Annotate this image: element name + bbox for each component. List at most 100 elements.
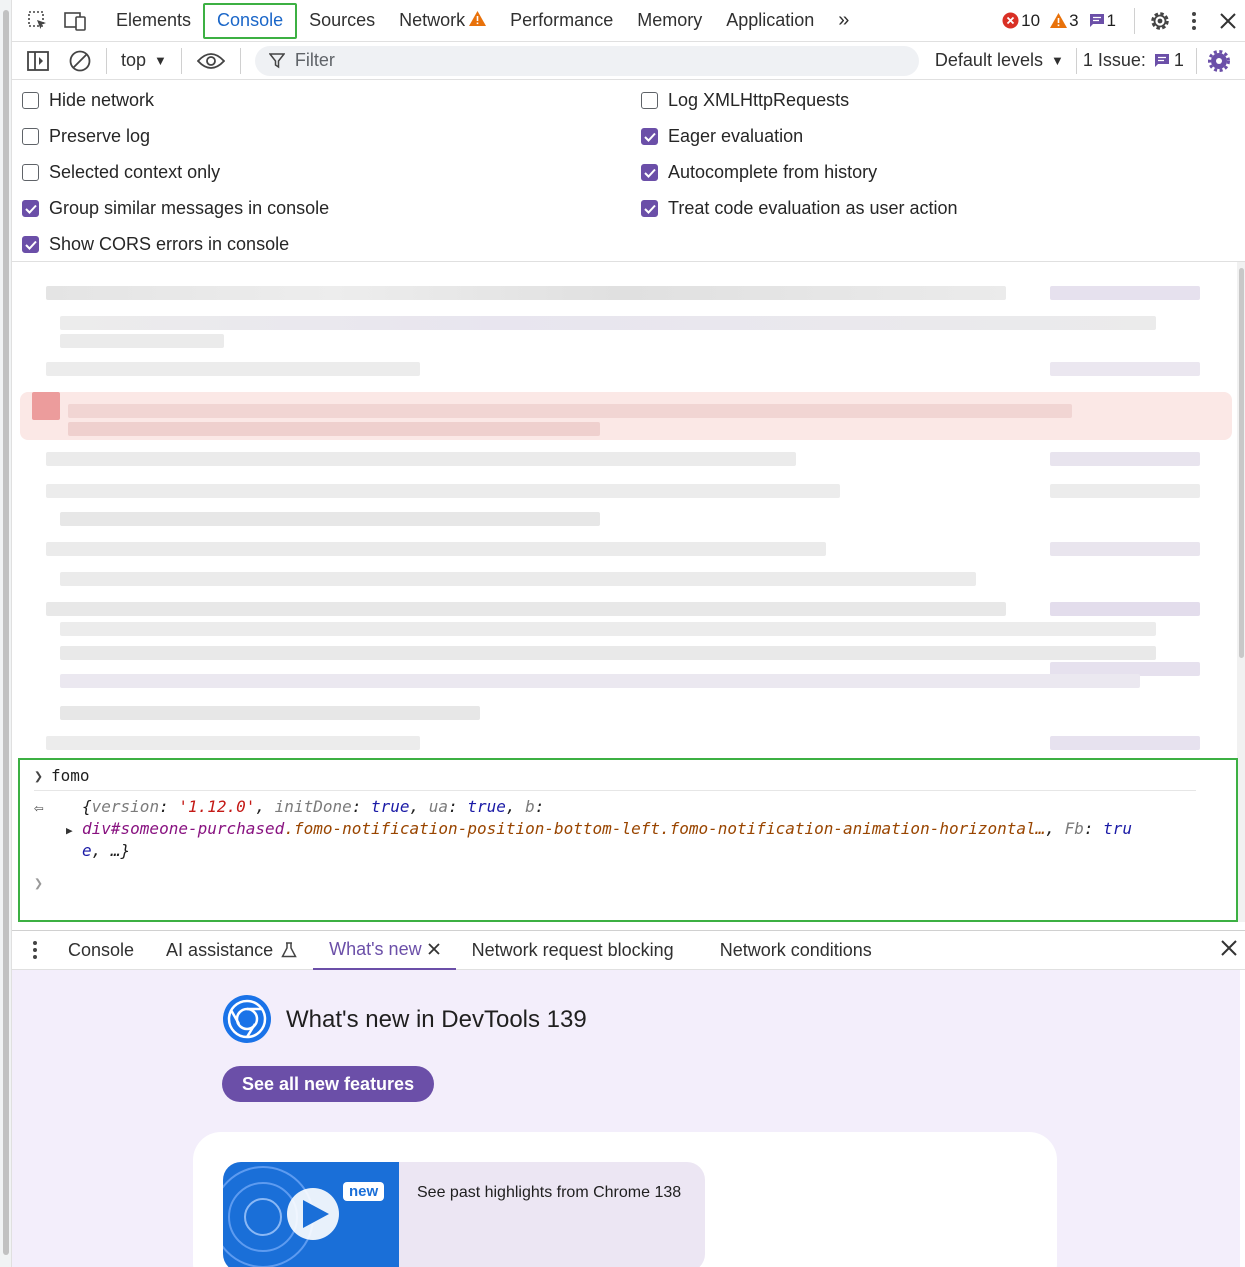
page-scrollbar[interactable] (0, 0, 12, 1267)
checkbox-box[interactable] (22, 92, 39, 109)
close-tab-icon (427, 943, 440, 955)
redacted-message (46, 484, 840, 498)
redacted-source-link (1050, 362, 1200, 376)
redacted-message (60, 674, 1140, 688)
issue-counters[interactable]: 10 3 1 (1002, 11, 1116, 31)
new-badge: new (343, 1182, 385, 1201)
drawer-menu-icon[interactable] (12, 930, 52, 970)
error-icon (1002, 12, 1019, 29)
more-tabs-icon[interactable]: » (826, 3, 861, 39)
checkbox-box-checked[interactable] (641, 164, 658, 181)
console-input-line: ❯ fomo (34, 766, 90, 785)
filter-input[interactable]: Filter (254, 45, 919, 76)
checkbox-box[interactable] (22, 128, 39, 145)
drawer-tab-whats-new[interactable]: What's new (313, 930, 456, 970)
live-expression-eye-icon[interactable] (196, 49, 226, 73)
close-devtools-icon[interactable] (1211, 4, 1245, 38)
input-chevron-icon: ❯ (34, 766, 44, 785)
settings-gear-icon[interactable] (1143, 4, 1177, 38)
message-count[interactable]: 1 (1089, 11, 1116, 31)
video-thumbnail[interactable]: new (223, 1162, 399, 1267)
drawer-tab-network-request-blocking[interactable]: Network request blocking (456, 930, 704, 970)
page-scrollbar-thumb[interactable] (3, 10, 9, 1255)
preserve-log-checkbox[interactable]: Preserve log (22, 126, 150, 147)
eager-evaluation-checkbox[interactable]: Eager evaluation (641, 126, 803, 147)
redacted-source-link (1050, 286, 1200, 300)
checkbox-box-checked[interactable] (22, 236, 39, 253)
tab-performance[interactable]: Performance (498, 3, 625, 39)
checkbox-box[interactable] (641, 92, 658, 109)
console-messages[interactable] (12, 262, 1245, 758)
cors-errors-checkbox[interactable]: Show CORS errors in console (22, 234, 289, 255)
result-element-class: .fomo-notification-position-bottom-left.… (284, 819, 1046, 838)
console-scrollbar-thumb[interactable] (1239, 268, 1244, 658)
error-count[interactable]: 10 (1002, 11, 1040, 31)
redacted-message (46, 542, 826, 556)
console-input-text: fomo (51, 766, 90, 785)
result-value: true (467, 797, 506, 816)
whats-new-title: What's new in DevTools 139 (286, 1006, 587, 1033)
autocomplete-history-checkbox[interactable]: Autocomplete from history (641, 162, 877, 183)
sidebar-toggle-icon[interactable] (26, 49, 50, 73)
chrome-devtools-logo-icon (222, 994, 272, 1044)
past-highlights-card[interactable]: new See past highlights from Chrome 138 (223, 1162, 705, 1267)
hide-network-checkbox[interactable]: Hide network (22, 90, 154, 111)
tab-console[interactable]: Console (203, 2, 298, 39)
console-settings-gear-icon[interactable] (1207, 49, 1231, 73)
toolbar-divider (1075, 47, 1077, 74)
checkbox-label: Treat code evaluation as user action (668, 198, 958, 218)
checkbox-label: Selected context only (49, 162, 221, 182)
drawer-tab-network-conditions[interactable]: Network conditions (704, 930, 888, 970)
console-prompt-chevron-icon[interactable]: ❯ (34, 874, 43, 892)
clear-console-icon[interactable] (68, 49, 92, 73)
result-key: version (91, 797, 160, 816)
result-value: e (82, 841, 92, 860)
log-xhr-checkbox[interactable]: Log XMLHttpRequests (641, 90, 849, 111)
redacted-message (60, 572, 976, 586)
drawer-tab-bar: Console AI assistance What's new Network… (12, 930, 1245, 970)
tab-memory[interactable]: Memory (625, 3, 714, 39)
chevron-down-icon: ▼ (1050, 53, 1064, 68)
console-result-object[interactable]: {version: '1.12.0', initDone: true, ua: … (82, 796, 1182, 862)
group-similar-checkbox[interactable]: Group similar messages in console (22, 198, 329, 219)
result-element-ref[interactable]: div#someone-purchased (82, 819, 284, 838)
toolbar-divider (1195, 47, 1197, 74)
result-key: b (525, 797, 535, 816)
toolbar-divider (1134, 7, 1135, 34)
checkbox-label: Eager evaluation (668, 126, 804, 146)
tab-network-label: Network (399, 10, 466, 30)
checkbox-label: Show CORS errors in console (49, 234, 290, 254)
checkbox-box[interactable] (22, 164, 39, 181)
device-toolbar-icon[interactable] (64, 9, 88, 33)
console-evaluation-block[interactable]: ❯ fomo ⇦ ▶ {version: '1.12.0', initDone:… (18, 758, 1238, 922)
drawer-tab-ai-assistance[interactable]: AI assistance (150, 930, 313, 970)
close-drawer-icon[interactable] (1221, 939, 1237, 961)
drawer-tab-console[interactable]: Console (52, 930, 150, 970)
redacted-message (46, 362, 420, 376)
drawer-tab-label: What's new (329, 938, 422, 959)
see-all-features-button[interactable]: See all new features (222, 1066, 435, 1102)
checkbox-box-checked[interactable] (641, 200, 658, 217)
selected-context-checkbox[interactable]: Selected context only (22, 162, 220, 183)
console-scrollbar[interactable] (1237, 262, 1245, 922)
log-levels-dropdown[interactable]: Default levels ▼ (935, 50, 1064, 71)
expand-triangle-icon[interactable]: ▶ (66, 824, 73, 837)
tab-application[interactable]: Application (714, 3, 826, 39)
redacted-message (46, 736, 420, 750)
tab-sources[interactable]: Sources (297, 3, 387, 39)
toolbar-divider (239, 47, 241, 74)
checkbox-box-checked[interactable] (641, 128, 658, 145)
context-selector[interactable]: top ▼ (121, 50, 167, 71)
inspect-element-icon[interactable] (26, 9, 50, 33)
redacted-message (60, 622, 1156, 636)
redacted-source-link (1050, 736, 1200, 750)
tab-network[interactable]: Network (387, 3, 498, 39)
warning-count[interactable]: 3 (1050, 11, 1079, 31)
more-options-icon[interactable] (1177, 4, 1211, 38)
tab-elements[interactable]: Elements (104, 3, 203, 39)
past-highlights-link[interactable]: See past highlights from Chrome 138 (417, 1184, 681, 1202)
toolbar-divider (106, 47, 107, 74)
issues-button[interactable]: 1 Issue: 1 (1083, 50, 1184, 71)
checkbox-box-checked[interactable] (22, 200, 39, 217)
treat-code-eval-checkbox[interactable]: Treat code evaluation as user action (641, 198, 958, 219)
